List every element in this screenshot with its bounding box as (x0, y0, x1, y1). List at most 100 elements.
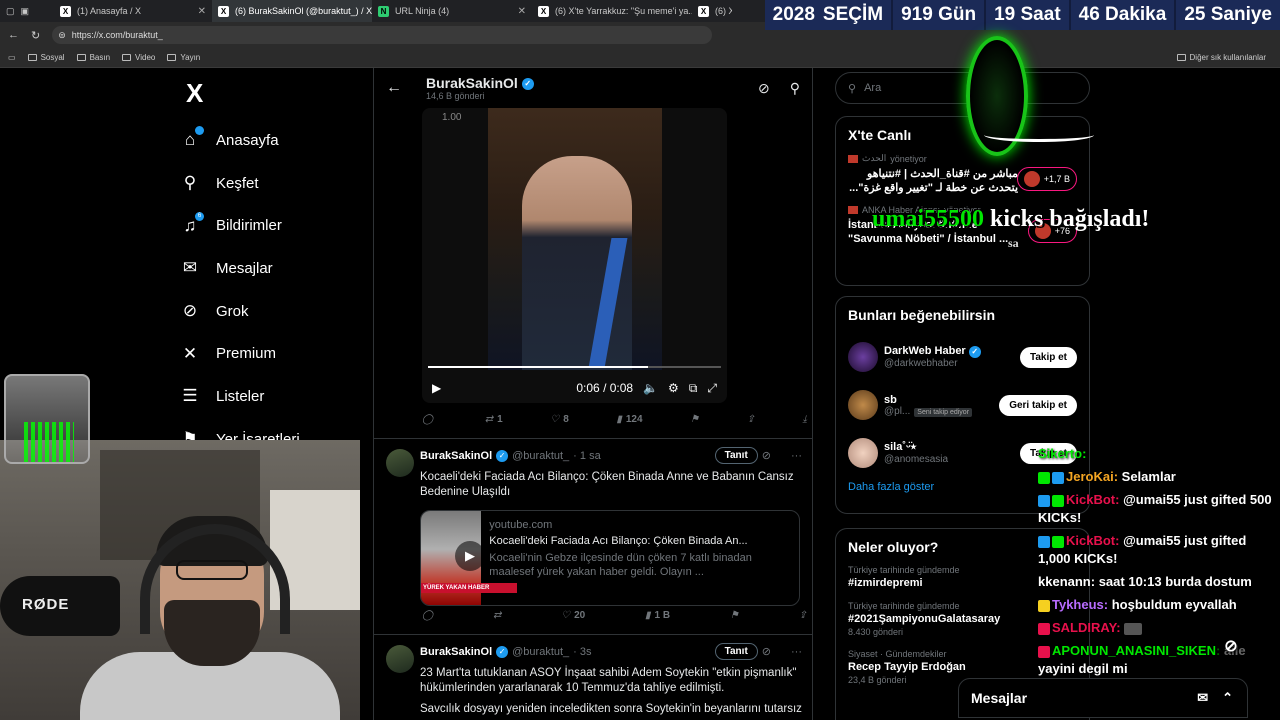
avatar[interactable] (848, 390, 878, 420)
share-button[interactable]: ⇪ (799, 610, 807, 621)
promote-button[interactable]: Tanıt (714, 447, 758, 464)
timeline-column: ← BurakSakinOl ✓ 14,6 B gönderi ⊘ ⚲ 1.00… (373, 68, 813, 720)
new-message-icon[interactable]: ✉ (1197, 690, 1208, 706)
sidebar-item-grok[interactable]: ⊘ Grok (180, 290, 370, 333)
countdown-year: 2028 (772, 4, 815, 25)
other-bookmarks[interactable]: Diğer sık kullanılanlar (1176, 53, 1266, 62)
x-logo[interactable]: X (186, 78, 370, 109)
volume-icon[interactable]: 🔈 (643, 381, 658, 395)
settings-gear-icon[interactable]: ⚙ (668, 381, 679, 395)
download-button[interactable]: ⤓ (803, 414, 807, 425)
avatar[interactable] (848, 438, 878, 468)
bookmark-folder-sosyal[interactable]: Sosyal (27, 53, 65, 62)
grok-icon[interactable]: ⊘ (762, 645, 771, 658)
avatar[interactable] (386, 645, 414, 673)
like-button[interactable]: ♡ 8 (550, 414, 569, 425)
back-icon[interactable]: ← (8, 29, 19, 42)
sidebar-item-label: Grok (216, 302, 249, 320)
suggestion-row[interactable]: DarkWeb Haber ✓ @darkwebhaber Takip et (848, 333, 1077, 381)
grok-icon[interactable]: ⊘ (762, 449, 771, 462)
sidebar-item-premium[interactable]: ✕ Premium (180, 332, 370, 375)
follow-button[interactable]: Takip et (1019, 346, 1077, 368)
views-button[interactable]: ▮ 1 B (645, 610, 670, 621)
bookmark-icon: ⚑ (729, 610, 739, 621)
views-button[interactable]: ▮ 124 (616, 414, 642, 425)
live-title: مباشر من #قناة_الحدث | #نتنياهو يتحدث عن… (849, 168, 1018, 194)
bookmark-folder-basin[interactable]: Basın (76, 53, 110, 62)
view-count: 124 (625, 414, 643, 425)
x-favicon-icon: X (698, 5, 709, 17)
search-input[interactable]: ⚲ Ara (835, 72, 1090, 104)
retweet-button[interactable]: ⇄ 1 (485, 414, 503, 425)
live-item[interactable]: الحدث yönetiyor مباشر من #قناة_الحدث | #ن… (848, 153, 1077, 195)
view-count: 1 B (654, 610, 671, 621)
link-card[interactable]: ▶ YÜREK YAKAN HABER youtube.com Kocaeli'… (420, 510, 800, 606)
microphone: RØDE (0, 576, 120, 636)
site-info-icon[interactable]: ⊜ (58, 30, 66, 41)
retweet-button[interactable]: ⇄ (493, 610, 501, 621)
tweet-header: BurakSakinOl ✓ @buraktut_ · 1 sa Tanıt ⊘… (420, 447, 802, 464)
search-icon: ⚲ (183, 173, 197, 193)
sidebar-item-kesfet[interactable]: ⚲ Keşfet (180, 162, 370, 205)
fullscreen-icon[interactable]: ⤢ (707, 381, 717, 396)
suggestion-row[interactable]: sb @pl... Seni takip ediyor Geri takip et (848, 381, 1077, 429)
profile-name-text: BurakSakinOl (426, 75, 518, 91)
bookmark-button[interactable]: ⚑ (690, 414, 699, 425)
sidebar-item-mesajlar[interactable]: ✉ Mesajlar (180, 247, 370, 290)
bookmark-button[interactable]: ⚑ (730, 610, 739, 621)
sidebar-item-bildirimler[interactable]: ♫ 6 Bildirimler (180, 204, 370, 247)
tab-x[interactable]: X (6) X (692, 0, 732, 22)
suggestion-handle: @pl... Seni takip ediyor (884, 406, 973, 417)
tweet-item[interactable]: BurakSakinOl ✓ @buraktut_ · 1 sa Tanıt ⊘… (374, 438, 812, 634)
more-options-icon[interactable]: ··· (791, 450, 802, 462)
tab-yarrakkuz[interactable]: X (6) X'te Yarrakkuz: "Şu meme'i ya... ✕ (532, 0, 692, 22)
reply-button[interactable]: ◯ (422, 414, 437, 425)
sidebar-item-anasayfa[interactable]: ⌂ Anasayfa (180, 119, 370, 162)
grok-analyze-icon[interactable]: ⊘ (758, 80, 770, 97)
chat-line: Tykheus: hoşbuldum eyvallah (1038, 596, 1276, 614)
follow-back-button[interactable]: Geri takip et (999, 394, 1077, 416)
tab-url-ninja[interactable]: N URL Ninja (4) ✕ (372, 0, 532, 22)
expand-up-icon[interactable]: ⌃ (1222, 690, 1233, 706)
like-button[interactable]: ♡ 20 (561, 610, 585, 621)
bookmark-folder-video[interactable]: Video (122, 53, 155, 62)
sidebar-item-listeler[interactable]: ☰ Listeler (180, 375, 370, 418)
tab-anasayfa[interactable]: X (1) Anasayfa / X ✕ (54, 0, 212, 22)
video-progress-bar[interactable] (428, 366, 721, 368)
tweet-body: BurakSakinOl ✓ @buraktut_ · 3s Tanıt ⊘ ·… (420, 643, 802, 717)
chat-line: kkenann: saat 10:13 burda dostum (1038, 573, 1276, 591)
avatar[interactable] (848, 342, 878, 372)
close-icon[interactable]: ✕ (518, 6, 526, 17)
heart-icon: ♡ (550, 414, 560, 425)
grok-icon: ⊘ (182, 301, 198, 321)
tab-window-menu[interactable]: ▢ ▣ (0, 0, 54, 22)
share-icon: ⇪ (746, 414, 755, 425)
verified-badge-icon: ✓ (496, 449, 509, 462)
video-player[interactable]: 1.00 ▶ 0:06 / 0:08 🔈 ⚙ ⧉ ⤢ (422, 108, 727, 403)
author-name[interactable]: BurakSakinOl (420, 646, 492, 658)
link-title: Kocaeli'deki Faciada Acı Bilanço: Çöken … (489, 535, 748, 547)
reply-button[interactable]: ◯ (422, 610, 433, 621)
play-icon[interactable]: ▶ (432, 381, 441, 395)
source-name: الحدث (862, 153, 887, 163)
share-button[interactable]: ⇪ (747, 414, 755, 425)
pip-icon[interactable]: ⧉ (689, 381, 698, 396)
listener-avatar-icon (1023, 171, 1040, 187)
close-icon[interactable]: ✕ (198, 6, 206, 17)
back-arrow-icon[interactable]: ← (386, 79, 426, 97)
reload-icon[interactable]: ↻ (31, 29, 40, 42)
messages-drawer[interactable]: Mesajlar ✉ ⌃ (958, 678, 1248, 718)
ninja-favicon-icon: N (378, 5, 389, 17)
url-field[interactable]: ⊜ https://x.com/buraktut_ (52, 26, 713, 44)
retweet-count: 1 (497, 414, 503, 425)
tweet-item[interactable]: BurakSakinOl ✓ @buraktut_ · 3s Tanıt ⊘ ·… (374, 634, 812, 720)
more-options-icon[interactable]: ··· (791, 646, 802, 658)
author-name[interactable]: BurakSakinOl (420, 450, 492, 462)
tab-profile[interactable]: X (6) BurakSakinOl (@buraktut_) / X ✕ (212, 0, 372, 22)
avatar[interactable] (386, 449, 414, 477)
link-thumbnail: ▶ YÜREK YAKAN HABER (421, 511, 517, 605)
search-icon[interactable]: ⚲ (790, 80, 800, 97)
promote-button[interactable]: Tanıt (714, 643, 758, 660)
bookmark-folder-yayin[interactable]: Yayın (167, 53, 200, 62)
suggestion-handle: @darkwebhaber (884, 357, 958, 369)
